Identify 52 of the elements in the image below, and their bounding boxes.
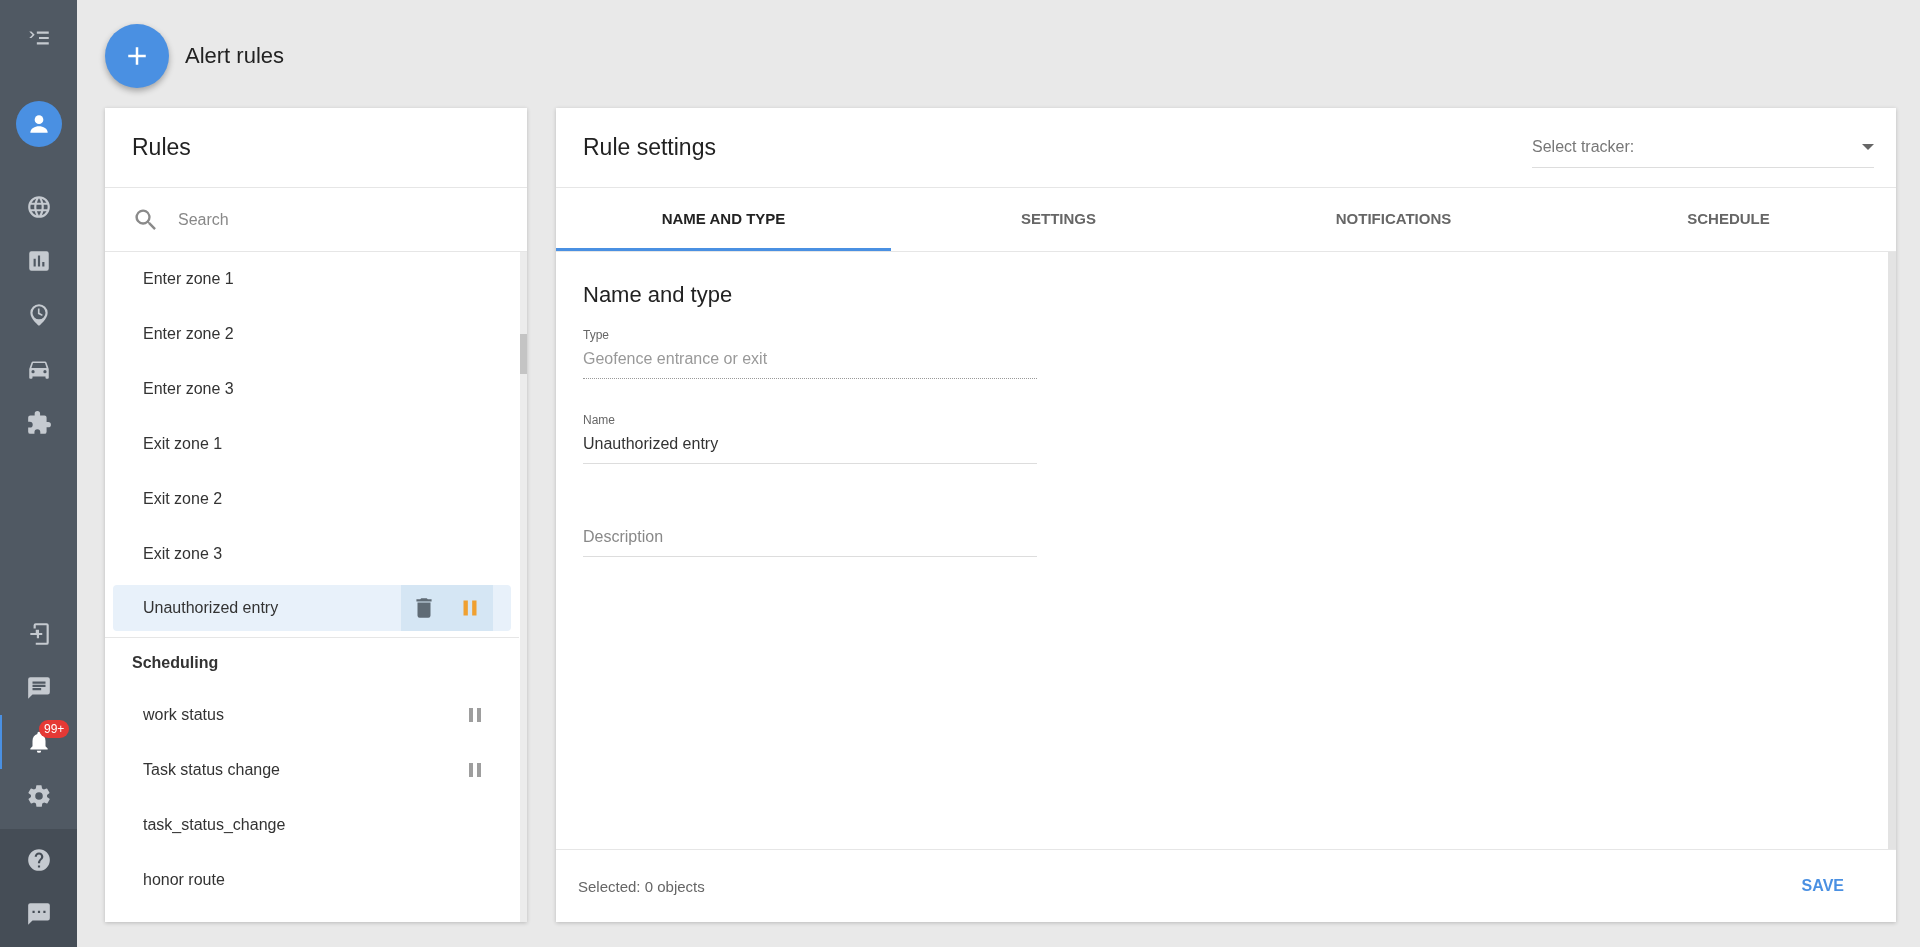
rule-item[interactable]: honor route (113, 853, 511, 907)
section-title: Name and type (583, 282, 734, 308)
help-icon (25, 847, 52, 873)
text-field[interactable]: Name Unauthorized entry (583, 413, 1037, 464)
puzzle-icon (25, 410, 52, 436)
tab[interactable]: SETTINGS (891, 188, 1226, 251)
rule-item[interactable]: Unauthorized entry (113, 585, 511, 631)
rule-name: Exit zone 3 (143, 545, 224, 563)
tab[interactable]: SCHEDULE (1561, 188, 1896, 251)
tab[interactable]: NOTIFICATIONS (1226, 188, 1561, 251)
rule-name: Enter zone 3 (143, 380, 235, 398)
field-label: Name (583, 413, 616, 427)
field-value: Geofence entrance or exit (583, 350, 769, 368)
globe-icon (25, 194, 52, 220)
avatar[interactable] (15, 101, 62, 147)
field-value: Unauthorized entry (583, 435, 720, 453)
rule-name: Unauthorized entry (143, 599, 280, 617)
rule-name: Enter zone 1 (143, 270, 235, 288)
notifications-bell-button[interactable]: 99+ (0, 715, 77, 769)
add-button[interactable] (105, 24, 169, 88)
rule-item[interactable]: Exit zone 1 (113, 417, 511, 471)
rule-item[interactable]: Enter zone 1 (113, 252, 511, 306)
rule-item[interactable]: Enter zone 2 (113, 307, 511, 361)
rule-name: task_status_change (143, 816, 287, 834)
rule-name: Task status change (143, 761, 281, 779)
panel-title: Rules (105, 108, 527, 188)
rule-name: honor route (143, 871, 226, 889)
rule-name: Exit zone 1 (143, 435, 224, 453)
settings-icon (25, 783, 52, 809)
rule-item[interactable]: Task status change (113, 743, 511, 797)
rule-name: Exit zone 2 (143, 490, 224, 508)
rule-name: work status (143, 706, 225, 724)
notification-count: 99+ (39, 720, 70, 738)
rule-name: Enter zone 2 (143, 325, 235, 343)
chat-icon (25, 675, 52, 701)
group-heading: Scheduling (131, 653, 220, 673)
rule-item[interactable]: Exit zone 3 (113, 527, 511, 581)
field-label: Type (583, 328, 610, 342)
rule-item[interactable]: Enter zone 3 (113, 362, 511, 416)
caret-icon (1862, 144, 1874, 150)
panel-title: Rule settings (583, 134, 716, 161)
field-placeholder: Description (583, 527, 665, 546)
rule-item[interactable]: Exit zone 2 (113, 472, 511, 526)
selection-status: Selected: 0 objects (578, 877, 705, 895)
page-title: Alert rules (185, 43, 285, 69)
rule-item[interactable]: task_status_change (113, 798, 511, 852)
rule-item[interactable]: work status (113, 688, 511, 742)
chat-dots-icon (25, 901, 52, 927)
scrollbar[interactable] (520, 252, 527, 922)
tracker-select[interactable]: Select tracker: (1532, 127, 1874, 168)
tab[interactable]: NAME AND TYPE (556, 188, 891, 251)
text-field[interactable]: Description (583, 498, 1037, 557)
